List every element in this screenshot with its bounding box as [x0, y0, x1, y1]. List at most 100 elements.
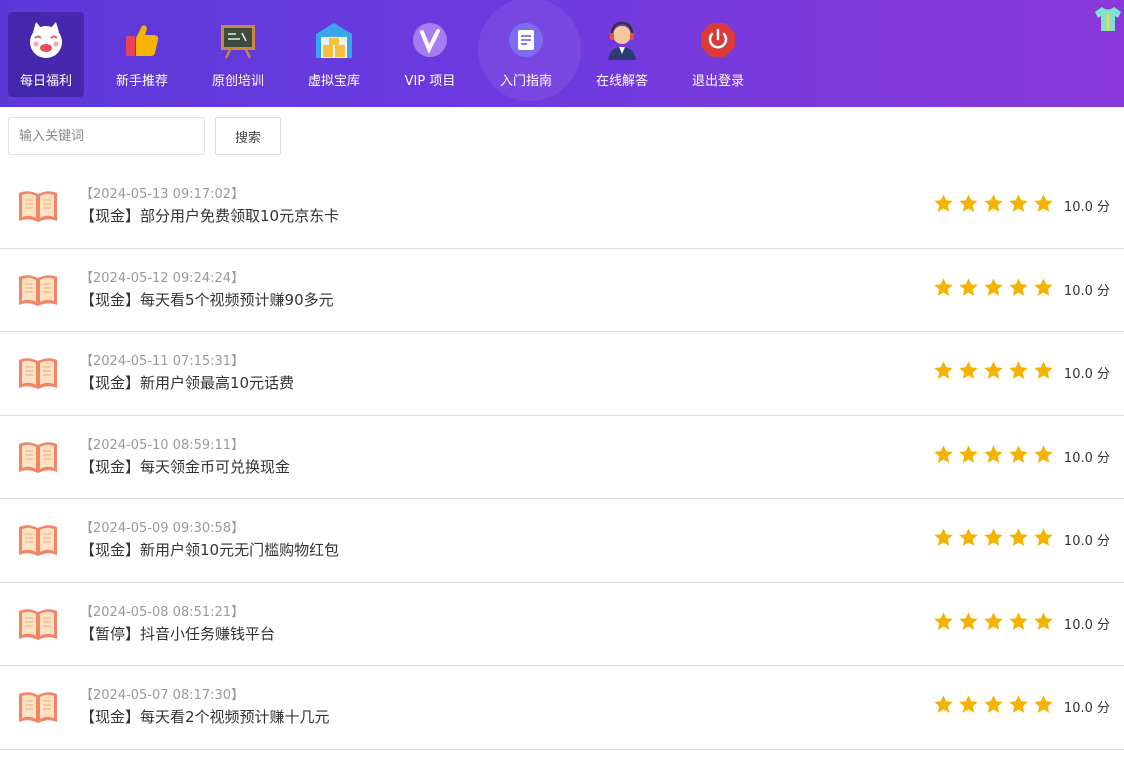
star-rating: [933, 193, 1058, 214]
search-button[interactable]: 搜索: [215, 117, 281, 155]
item-title[interactable]: 【现金】每天领金币可兑换现金: [80, 457, 290, 477]
nav-item-vip-project[interactable]: VIP 项目: [392, 12, 468, 97]
item-text: 【2024-05-13 09:17:02】 【现金】部分用户免费领取10元京东卡: [80, 187, 339, 226]
star-icon: [934, 444, 953, 463]
item-title[interactable]: 【现金】部分用户免费领取10元京东卡: [80, 206, 339, 226]
item-title[interactable]: 【现金】新用户领10元无门槛购物红包: [80, 540, 339, 560]
nav-label: 原创培训: [211, 74, 264, 89]
star-icon: [984, 695, 1003, 713]
star-icon: [1034, 528, 1053, 546]
nav-item-original-training[interactable]: 原创培训: [200, 12, 276, 97]
star-icon: [959, 695, 978, 713]
list-item[interactable]: 【2024-05-09 09:30:58】 【现金】新用户领10元无门槛购物红包…: [0, 499, 1124, 583]
nav-label: 每日福利: [19, 74, 72, 89]
support-agent-icon: [602, 20, 642, 60]
star-icon: [934, 695, 953, 713]
nav-item-daily-welfare[interactable]: 每日福利: [8, 12, 84, 97]
nav-label: 虚拟宝库: [307, 74, 360, 89]
star-rating: [933, 444, 1058, 465]
star-icon: [1009, 611, 1028, 630]
star-icon: [984, 361, 1003, 379]
item-date: 【2024-05-08 08:51:21】: [80, 604, 245, 620]
star-icon: [1009, 444, 1028, 463]
article-list: 【2024-05-13 09:17:02】 【现金】部分用户免费领取10元京东卡…: [0, 165, 1124, 750]
search-input[interactable]: [8, 117, 205, 155]
nav-item-logout[interactable]: 退出登录: [680, 12, 756, 97]
star-rating: [933, 527, 1058, 548]
star-icon: [1009, 194, 1028, 212]
vip-icon: [410, 20, 450, 60]
star-icon: [959, 194, 978, 212]
open-book-icon: [17, 354, 59, 392]
item-score: 10.0 分: [1063, 367, 1110, 382]
nav-label: 入门指南: [499, 74, 552, 89]
star-rating: [933, 277, 1058, 298]
star-icon: [1034, 361, 1053, 379]
tshirt-icon[interactable]: [1094, 6, 1122, 32]
nav-item-online-answers[interactable]: 在线解答: [584, 12, 660, 97]
list-item[interactable]: 【2024-05-10 08:59:11】 【现金】每天领金币可兑换现金 10.…: [0, 416, 1124, 499]
open-book-icon: [17, 605, 59, 643]
star-icon: [1009, 361, 1028, 379]
star-icon: [934, 361, 953, 379]
list-item[interactable]: 【2024-05-07 08:17:30】 【现金】每天看2个视频预计赚十几元 …: [0, 666, 1124, 750]
item-text: 【2024-05-09 09:30:58】 【现金】新用户领10元无门槛购物红包: [80, 521, 339, 560]
item-text: 【2024-05-12 09:24:24】 【现金】每天看5个视频预计赚90多元: [80, 271, 334, 310]
star-icon: [1034, 444, 1053, 463]
item-title[interactable]: 【现金】新用户领最高10元话费: [80, 373, 294, 393]
item-score: 10.0 分: [1063, 200, 1110, 215]
item-score: 10.0 分: [1063, 450, 1110, 466]
star-icon: [959, 361, 978, 379]
document-icon: [506, 20, 546, 60]
item-text: 【2024-05-07 08:17:30】 【现金】每天看2个视频预计赚十几元: [80, 688, 330, 727]
top-navigation-bar: 每日福利 新手推荐 原创培训 虚拟宝库 VIP 项目 入门指南 在线解答 退出登…: [0, 0, 1124, 107]
star-icon: [934, 528, 953, 546]
item-date: 【2024-05-13 09:17:02】: [80, 187, 245, 202]
item-title[interactable]: 【现金】每天看5个视频预计赚90多元: [80, 290, 334, 310]
nav-label: 新手推荐: [115, 74, 168, 89]
list-item[interactable]: 【2024-05-12 09:24:24】 【现金】每天看5个视频预计赚90多元…: [0, 249, 1124, 332]
open-book-icon: [17, 271, 59, 309]
item-text: 【2024-05-10 08:59:11】 【现金】每天领金币可兑换现金: [80, 438, 290, 477]
star-icon: [984, 277, 1003, 296]
star-icon: [1009, 528, 1028, 546]
star-rating: [933, 611, 1058, 632]
search-bar: 搜索: [0, 107, 1124, 165]
item-score: 10.0 分: [1063, 534, 1110, 549]
list-item[interactable]: 【2024-05-13 09:17:02】 【现金】部分用户免费领取10元京东卡…: [0, 165, 1124, 249]
open-book-icon: [17, 438, 59, 476]
star-icon: [959, 611, 978, 630]
star-icon: [1034, 277, 1053, 296]
warehouse-icon: [314, 20, 354, 60]
item-date: 【2024-05-07 08:17:30】: [80, 688, 245, 703]
blackboard-icon: [218, 20, 258, 60]
star-icon: [1034, 194, 1053, 212]
list-item[interactable]: 【2024-05-08 08:51:21】 【暂停】抖音小任务赚钱平台 10.0…: [0, 583, 1124, 666]
star-icon: [959, 444, 978, 463]
list-item[interactable]: 【2024-05-11 07:15:31】 【现金】新用户领最高10元话费 10…: [0, 332, 1124, 416]
star-icon: [1009, 695, 1028, 713]
item-score: 10.0 分: [1063, 617, 1110, 633]
item-score: 10.0 分: [1063, 283, 1110, 299]
item-text: 【2024-05-08 08:51:21】 【暂停】抖音小任务赚钱平台: [80, 605, 275, 644]
item-date: 【2024-05-09 09:30:58】: [80, 521, 245, 536]
open-book-icon: [17, 521, 59, 559]
nav-item-getting-started-guide[interactable]: 入门指南: [488, 12, 564, 97]
nav-label: VIP 项目: [404, 74, 456, 89]
lucky-cat-icon: [26, 20, 66, 60]
item-title[interactable]: 【现金】每天看2个视频预计赚十几元: [80, 707, 330, 727]
item-date: 【2024-05-11 07:15:31】: [80, 354, 245, 369]
star-icon: [959, 277, 978, 296]
item-title[interactable]: 【暂停】抖音小任务赚钱平台: [80, 624, 275, 644]
star-rating: [933, 360, 1058, 381]
star-icon: [984, 611, 1003, 630]
nav-item-beginner-recommend[interactable]: 新手推荐: [104, 12, 180, 97]
nav-item-virtual-treasury[interactable]: 虚拟宝库: [296, 12, 372, 97]
star-icon: [1009, 277, 1028, 296]
star-icon: [1034, 695, 1053, 713]
item-date: 【2024-05-10 08:59:11】: [80, 437, 245, 453]
open-book-icon: [17, 187, 59, 225]
nav-label: 在线解答: [595, 74, 648, 89]
star-rating: [933, 694, 1058, 715]
item-text: 【2024-05-11 07:15:31】 【现金】新用户领最高10元话费: [80, 354, 294, 393]
